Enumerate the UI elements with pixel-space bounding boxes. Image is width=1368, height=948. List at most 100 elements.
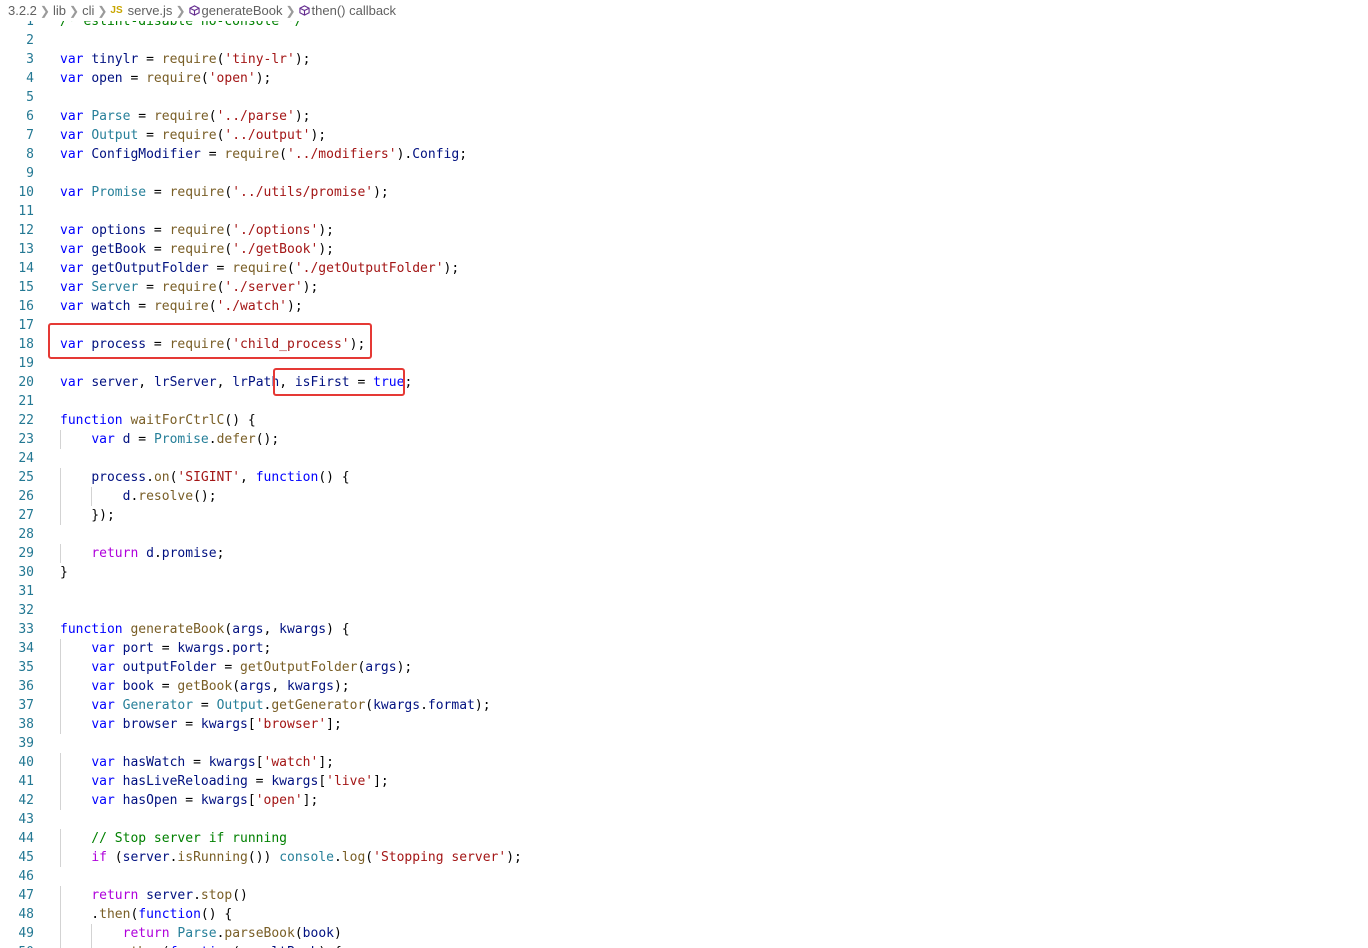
chevron-right-icon: ❯ bbox=[69, 3, 80, 18]
code-text: d.resolve(); bbox=[122, 489, 217, 504]
code-text: function generateBook(args, kwargs) { bbox=[60, 622, 350, 637]
breadcrumb-symbol-then-callback[interactable]: then() callback bbox=[298, 3, 397, 18]
code-line[interactable]: 23 var d = Promise.defer(); bbox=[0, 430, 1368, 449]
code-line[interactable]: 42 var hasOpen = kwargs['open']; bbox=[0, 791, 1368, 810]
line-number: 26 bbox=[18, 489, 34, 504]
code-line[interactable]: 31 bbox=[0, 582, 1368, 601]
line-number: 27 bbox=[18, 508, 34, 523]
line-number: 3 bbox=[26, 52, 34, 67]
code-line[interactable]: 2 bbox=[0, 31, 1368, 50]
code-line[interactable]: 49 return Parse.parseBook(book) bbox=[0, 924, 1368, 943]
code-line[interactable]: 22 function waitForCtrlC() { bbox=[0, 411, 1368, 430]
indent-guide bbox=[91, 943, 92, 948]
code-text: .then(function(resultBook) { bbox=[60, 943, 342, 948]
breadcrumb-symbol-label: then() callback bbox=[311, 3, 397, 18]
code-line[interactable]: 33 function generateBook(args, kwargs) { bbox=[0, 620, 1368, 639]
code-line[interactable]: 29 return d.promise; bbox=[0, 544, 1368, 563]
code-line[interactable]: 37 var Generator = Output.getGenerator(k… bbox=[0, 696, 1368, 715]
indent-guide bbox=[60, 753, 61, 772]
code-line[interactable]: 7 var Output = require('../output'); bbox=[0, 126, 1368, 145]
line-number: 16 bbox=[18, 299, 34, 314]
code-line[interactable]: 17 bbox=[0, 316, 1368, 335]
indent-guide bbox=[60, 924, 61, 943]
code-line[interactable]: 18 var process = require('child_process')… bbox=[0, 335, 1368, 354]
code-line[interactable]: 25 process.on('SIGINT', function() { bbox=[0, 468, 1368, 487]
code-text: return d.promise; bbox=[91, 546, 225, 561]
code-line[interactable]: 5 bbox=[0, 88, 1368, 107]
code-line[interactable]: 26 d.resolve(); bbox=[0, 487, 1368, 506]
code-line[interactable]: 16 var watch = require('./watch'); bbox=[0, 297, 1368, 316]
breadcrumb-symbol-generatebook[interactable]: generateBook bbox=[188, 3, 282, 18]
chevron-right-icon: ❯ bbox=[285, 3, 296, 18]
line-number: 22 bbox=[18, 413, 34, 428]
code-line[interactable]: 36 var book = getBook(args, kwargs); bbox=[0, 677, 1368, 696]
code-text: var outputFolder = getOutputFolder(args)… bbox=[91, 660, 413, 675]
code-line[interactable]: 39 bbox=[0, 734, 1368, 753]
code-text: var hasLiveReloading = kwargs['live']; bbox=[91, 774, 389, 789]
breadcrumb-folder-cli[interactable]: cli bbox=[82, 3, 94, 18]
code-line[interactable]: 6 var Parse = require('../parse'); bbox=[0, 107, 1368, 126]
code-line[interactable]: 27 }); bbox=[0, 506, 1368, 525]
breadcrumb: 3.2.2 ❯ lib ❯ cli ❯ JS serve.js ❯ genera… bbox=[0, 0, 1368, 21]
indent-guide bbox=[60, 848, 61, 867]
code-line[interactable]: 11 bbox=[0, 202, 1368, 221]
line-number: 14 bbox=[18, 261, 34, 276]
code-line[interactable]: 13 var getBook = require('./getBook'); bbox=[0, 240, 1368, 259]
code-line[interactable]: 28 bbox=[0, 525, 1368, 544]
code-line[interactable]: 32 bbox=[0, 601, 1368, 620]
indent-guide bbox=[60, 658, 61, 677]
code-line[interactable]: 45 if (server.isRunning()) console.log('… bbox=[0, 848, 1368, 867]
breadcrumb-folder-lib[interactable]: lib bbox=[53, 3, 66, 18]
code-line[interactable]: 24 bbox=[0, 449, 1368, 468]
code-line[interactable]: 50 .then(function(resultBook) { bbox=[0, 943, 1368, 948]
code-line[interactable]: 12 var options = require('./options'); bbox=[0, 221, 1368, 240]
code-line[interactable]: 14 var getOutputFolder = require('./getOu… bbox=[0, 259, 1368, 278]
breadcrumb-file-label: serve.js bbox=[127, 3, 173, 18]
line-number: 39 bbox=[18, 736, 34, 751]
code-line[interactable]: 20 var server, lrServer, lrPath, isFirst … bbox=[0, 373, 1368, 392]
code-editor[interactable]: 1/* eslint-disable no-console */2 3 var ti… bbox=[0, 12, 1368, 948]
code-text: return Parse.parseBook(book) bbox=[122, 926, 342, 941]
code-line[interactable]: 19 bbox=[0, 354, 1368, 373]
code-line[interactable]: 4 var open = require('open'); bbox=[0, 69, 1368, 88]
line-number: 41 bbox=[18, 774, 34, 789]
line-number: 6 bbox=[26, 109, 34, 124]
method-cube-icon bbox=[188, 5, 200, 16]
breadcrumb-file[interactable]: JS serve.js bbox=[110, 3, 172, 18]
line-number: 44 bbox=[18, 831, 34, 846]
code-line[interactable]: 9 bbox=[0, 164, 1368, 183]
line-number: 7 bbox=[26, 128, 34, 143]
code-line[interactable]: 15 var Server = require('./server'); bbox=[0, 278, 1368, 297]
line-number: 18 bbox=[18, 337, 34, 352]
code-line[interactable]: 3 var tinylr = require('tiny-lr'); bbox=[0, 50, 1368, 69]
code-line[interactable]: 8 var ConfigModifier = require('../modifi… bbox=[0, 145, 1368, 164]
chevron-right-icon: ❯ bbox=[175, 3, 186, 18]
line-number: 36 bbox=[18, 679, 34, 694]
line-number: 5 bbox=[26, 90, 34, 105]
code-line[interactable]: 30} bbox=[0, 563, 1368, 582]
indent-guide bbox=[60, 829, 61, 848]
code-line[interactable]: 43 bbox=[0, 810, 1368, 829]
code-line[interactable]: 40 var hasWatch = kwargs['watch']; bbox=[0, 753, 1368, 772]
code-line[interactable]: 48 .then(function() { bbox=[0, 905, 1368, 924]
line-number: 4 bbox=[26, 71, 34, 86]
code-text: var watch = require('./watch'); bbox=[60, 299, 303, 314]
indent-guide bbox=[60, 715, 61, 734]
code-line[interactable]: 34 var port = kwargs.port; bbox=[0, 639, 1368, 658]
line-number: 17 bbox=[18, 318, 34, 333]
code-line[interactable]: 21 bbox=[0, 392, 1368, 411]
code-line[interactable]: 35 var outputFolder = getOutputFolder(ar… bbox=[0, 658, 1368, 677]
code-line[interactable]: 47 return server.stop() bbox=[0, 886, 1368, 905]
indent-guide bbox=[60, 544, 61, 563]
code-line[interactable]: 38 var browser = kwargs['browser']; bbox=[0, 715, 1368, 734]
code-text: var getBook = require('./getBook'); bbox=[60, 242, 334, 257]
line-number: 43 bbox=[18, 812, 34, 827]
indent-guide bbox=[60, 696, 61, 715]
line-number: 37 bbox=[18, 698, 34, 713]
code-line[interactable]: 41 var hasLiveReloading = kwargs['live']… bbox=[0, 772, 1368, 791]
code-line[interactable]: 44 // Stop server if running bbox=[0, 829, 1368, 848]
code-line[interactable]: 10 var Promise = require('../utils/promis… bbox=[0, 183, 1368, 202]
indent-guide bbox=[60, 772, 61, 791]
breadcrumb-version[interactable]: 3.2.2 bbox=[8, 3, 37, 18]
code-line[interactable]: 46 bbox=[0, 867, 1368, 886]
